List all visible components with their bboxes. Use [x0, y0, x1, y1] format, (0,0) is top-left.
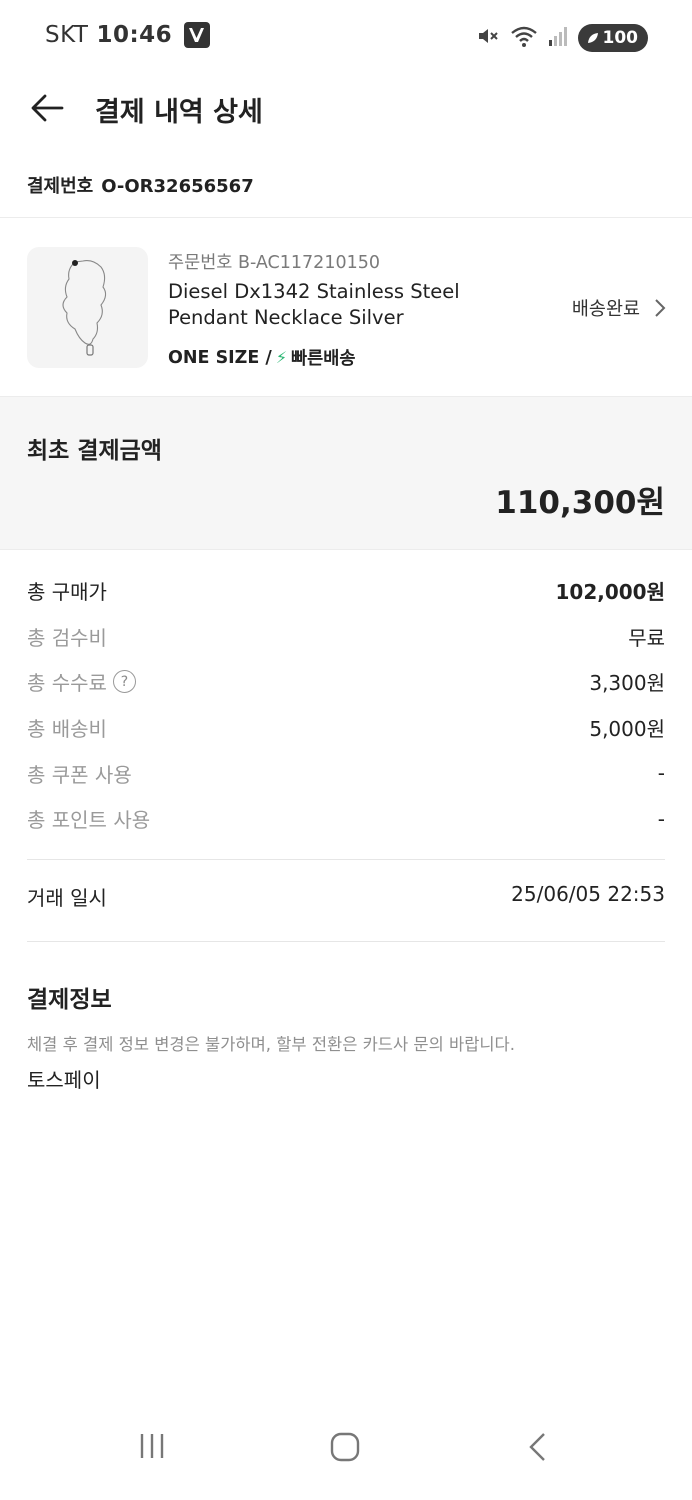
breakdown-label: 총 포인트 사용: [27, 808, 151, 833]
breakdown-value: -: [657, 806, 665, 831]
back-button[interactable]: [28, 88, 68, 128]
help-icon[interactable]: ?: [112, 670, 136, 694]
breakdown-value: 3,300원: [589, 671, 665, 696]
battery-level: 100: [602, 28, 639, 48]
carrier-label: SKT: [45, 22, 89, 48]
breakdown-value: 102,000원: [555, 580, 666, 605]
price-breakdown: 총 구매가 102,000원 총 검수비 무료 총 수수료 ? 3,300원 총…: [27, 568, 665, 842]
system-back-button[interactable]: [526, 1432, 550, 1466]
arrow-left-icon: [31, 94, 64, 122]
product-name: Diesel Dx1342 Stainless Steel Pendant Ne…: [168, 280, 460, 329]
breakdown-label-wrap: 총 수수료 ?: [27, 667, 136, 696]
breakdown-row: 총 쿠폰 사용 -: [27, 750, 665, 796]
initial-payment-amount: 110,300원: [495, 485, 665, 521]
breakdown-label: 총 배송비: [27, 717, 107, 742]
payment-info-note: 체결 후 결제 정보 변경은 불가하며, 할부 전환은 카드사 문의 바랍니다.: [27, 1035, 515, 1054]
divider: [0, 217, 692, 218]
breakdown-row: 총 배송비 5,000원: [27, 705, 665, 751]
recent-apps-icon: [140, 1434, 164, 1458]
payment-method: 토스페이: [27, 1068, 101, 1092]
page-title: 결제 내역 상세: [95, 97, 263, 128]
breakdown-label: 총 구매가: [27, 580, 107, 605]
payment-info-title: 결제정보: [27, 987, 112, 1013]
payment-number-label: 결제번호: [27, 176, 94, 197]
transaction-date-row: 거래 일시 25/06/05 22:53: [27, 882, 665, 911]
necklace-image: [62, 260, 107, 356]
transaction-date-label: 거래 일시: [27, 886, 107, 910]
breakdown-row: 총 포인트 사용 -: [27, 796, 665, 842]
battery-icon: 100: [577, 24, 648, 52]
app-v-icon: [184, 22, 211, 48]
status-left: SKT 10:46: [45, 22, 211, 48]
signal-icon: [548, 25, 568, 51]
initial-payment-label: 최초 결제금액: [27, 438, 162, 464]
transaction-date-value: 25/06/05 22:53: [511, 882, 665, 906]
breakdown-value: -: [657, 761, 665, 786]
order-number: 주문번호 B-AC117210150: [168, 253, 380, 273]
divider: [27, 941, 665, 942]
product-card[interactable]: 주문번호 B-AC117210150 Diesel Dx1342 Stainle…: [0, 219, 692, 396]
breakdown-row: 총 수수료 ? 3,300원: [27, 659, 665, 705]
chevron-left-icon: [529, 1433, 545, 1461]
status-bar: SKT 10:46 100: [0, 0, 692, 76]
wifi-icon: [510, 24, 538, 52]
product-image: [27, 247, 148, 368]
recent-apps-button[interactable]: [138, 1432, 166, 1464]
breakdown-label: 총 쿠폰 사용: [27, 762, 132, 787]
system-nav-bar: [0, 1420, 692, 1500]
payment-number: 결제번호 O-OR32656567: [27, 172, 262, 198]
home-icon: [330, 1432, 360, 1462]
lightning-icon: ⚡: [275, 348, 288, 367]
payment-number-value: O-OR32656567: [101, 176, 254, 197]
clock: 10:46: [96, 22, 173, 48]
breakdown-row: 총 검수비 무료: [27, 614, 665, 660]
breakdown-value: 5,000원: [589, 717, 665, 742]
breakdown-value: 무료: [628, 625, 665, 650]
product-option: ONE SIZE / ⚡ 빠른배송: [168, 345, 355, 370]
fast-shipping-badge: 빠른배송: [291, 349, 356, 369]
delivery-status-link[interactable]: 배송완료: [572, 295, 666, 321]
delivery-status: 배송완료: [571, 299, 640, 320]
initial-payment-box: 최초 결제금액 110,300원: [0, 396, 692, 550]
breakdown-label: 총 수수료: [27, 671, 107, 696]
size-label: ONE SIZE /: [168, 347, 272, 368]
breakdown-label: 총 검수비: [27, 625, 107, 650]
status-right: 100: [476, 24, 648, 52]
mute-icon: [476, 24, 500, 52]
home-button[interactable]: [330, 1432, 360, 1466]
divider: [27, 859, 665, 860]
breakdown-row: 총 구매가 102,000원: [27, 568, 665, 614]
payment-detail-screen: SKT 10:46 100 결제 내역 상세 결제번호 O-OR32656567…: [0, 0, 692, 1500]
app-header: 결제 내역 상세: [0, 76, 692, 140]
chevron-right-icon: [655, 299, 666, 317]
